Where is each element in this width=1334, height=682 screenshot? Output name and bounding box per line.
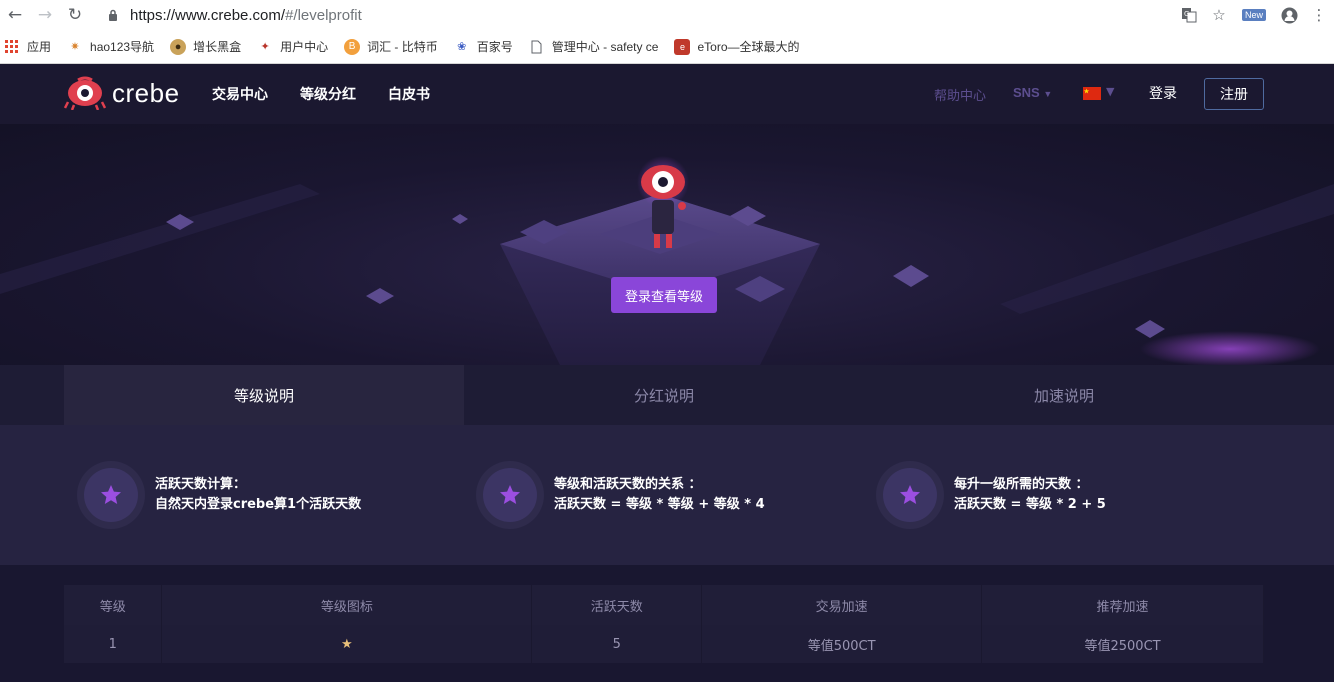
bookmark-baijiahao[interactable]: ❀ 百家号	[454, 38, 513, 55]
bookmark-label: hao123导航	[90, 40, 155, 54]
reload-icon[interactable]: ↻	[60, 0, 90, 30]
info-level-relation: 等级和活跃天数的关系 ： 活跃天数 = 等级 * 等级 + 等级 * 4	[476, 461, 765, 529]
sns-dropdown[interactable]: SNS ▼	[1013, 85, 1052, 100]
new-badge: New	[1241, 9, 1266, 21]
bookmark-label: 百家号	[476, 40, 513, 54]
table-header-row: 等级 等级图标 活跃天数 交易加速 推荐加速	[64, 585, 1264, 625]
tab-acceleration-description[interactable]: 加速说明	[864, 365, 1264, 425]
info-days-per-level: 每升一级所需的天数 ： 活跃天数 = 等级 * 2 + 5	[876, 461, 1106, 529]
column-header-referral-acceleration: 推荐加速	[981, 585, 1264, 625]
menu-dots-icon[interactable]: ⋮	[1304, 0, 1334, 30]
translate-icon[interactable]: G	[1174, 0, 1204, 30]
level-table: 等级 等级图标 活跃天数 交易加速 推荐加速 1 ★ 5 等值500CT 等值2…	[64, 585, 1264, 663]
hero-banner: 登录查看等级	[0, 124, 1334, 365]
cell-referral-acceleration: 等值2500CT	[981, 625, 1264, 663]
profile-icon[interactable]	[1274, 0, 1304, 30]
url-prefix: https://www.crebe.com/	[130, 6, 286, 24]
back-icon[interactable]: ←	[0, 0, 30, 30]
nav-whitepaper[interactable]: 白皮书	[388, 84, 430, 104]
cell-active-days: 5	[531, 625, 703, 663]
bookmark-blackbox[interactable]: ● 增长黑盒	[170, 38, 241, 55]
star-icon	[900, 485, 920, 504]
bookmark-label: 应用	[27, 40, 52, 54]
logo-text: crebe	[112, 77, 180, 108]
login-view-level-button[interactable]: 登录查看等级	[611, 277, 717, 313]
user-center-icon: ✦	[260, 41, 270, 53]
info-desc: 活跃天数 = 等级 * 2 + 5	[954, 497, 1106, 512]
cell-level-icon: ★	[161, 625, 533, 663]
star-icon	[101, 485, 121, 504]
info-band: 活跃天数计算： 自然天内登录crebe算1个活跃天数 等级和活跃天数的关系 ： …	[0, 425, 1334, 565]
language-chevron-icon[interactable]: ▼	[1106, 85, 1114, 98]
bookmark-bitcoin[interactable]: B 词汇 - 比特币	[344, 38, 438, 55]
bookmark-safety[interactable]: 管理中心 - safety ce	[529, 38, 659, 55]
apps-grid-icon	[4, 39, 20, 55]
column-header-trade-acceleration: 交易加速	[701, 585, 983, 625]
blackbox-icon: ●	[170, 38, 187, 55]
info-title: 每升一级所需的天数 ：	[954, 477, 1089, 492]
nav-trading-center[interactable]: 交易中心	[212, 84, 268, 104]
svg-text:G: G	[1184, 10, 1189, 18]
bookmark-label: 用户中心	[280, 40, 329, 54]
column-header-active-days: 活跃天数	[531, 585, 703, 625]
star-badge	[77, 461, 145, 529]
bookmark-star-icon[interactable]: ☆	[1204, 0, 1234, 30]
forward-icon[interactable]: →	[30, 0, 60, 30]
lock-icon	[106, 3, 120, 27]
page-icon	[529, 39, 545, 55]
info-title: 等级和活跃天数的关系 ：	[554, 477, 702, 492]
bookmark-label: 增长黑盒	[193, 40, 242, 54]
info-active-days: 活跃天数计算： 自然天内登录crebe算1个活跃天数	[77, 461, 361, 529]
chevron-down-icon: ▼	[1043, 89, 1053, 99]
url-text: https://www.crebe.com/#/levelprofit	[130, 7, 362, 24]
tab-bar: 等级说明 分红说明 加速说明	[0, 365, 1334, 425]
cell-level: 1	[64, 625, 163, 663]
info-title: 活跃天数计算：	[155, 477, 247, 492]
hao123-icon: ✷	[70, 41, 80, 53]
star-badge	[476, 461, 544, 529]
level-table-section: 等级 等级图标 活跃天数 交易加速 推荐加速 1 ★ 5 等值500CT 等值2…	[0, 565, 1334, 682]
star-icon	[500, 485, 520, 504]
extension-new-icon[interactable]: New	[1234, 0, 1274, 30]
bookmark-label: 管理中心 - safety ce	[551, 40, 659, 54]
bookmark-hao123[interactable]: ✷ hao123导航	[67, 38, 154, 55]
address-bar[interactable]: https://www.crebe.com/#/levelprofit	[98, 3, 1288, 27]
tab-dividend-description[interactable]: 分红说明	[464, 365, 864, 425]
hero-illustration	[0, 156, 1334, 365]
help-center-link[interactable]: 帮助中心	[934, 85, 986, 104]
bitcoin-icon: B	[344, 38, 361, 55]
crebe-mascot-icon	[64, 76, 106, 110]
register-button[interactable]: 注册	[1204, 78, 1264, 110]
bookmark-apps[interactable]: 应用	[4, 38, 51, 55]
level-star-icon: ★	[341, 636, 353, 652]
tab-level-description[interactable]: 等级说明	[64, 365, 464, 425]
info-desc: 自然天内登录crebe算1个活跃天数	[155, 497, 362, 512]
bookmarks-bar: 应用 ✷ hao123导航 ● 增长黑盒 ✦ 用户中心 B 词汇 - 比特币 ❀…	[0, 30, 1334, 64]
baidu-paw-icon: ❀	[457, 41, 467, 53]
etoro-icon: e	[674, 38, 691, 55]
sns-label: SNS	[1013, 85, 1040, 100]
bookmark-label: 词汇 - 比特币	[367, 40, 438, 54]
table-row: 1 ★ 5 等值500CT 等值2500CT	[64, 625, 1264, 663]
column-header-level-icon: 等级图标	[161, 585, 533, 625]
browser-toolbar: ← → ↻ https://www.crebe.com/#/levelprofi…	[0, 0, 1334, 30]
nav-level-dividend[interactable]: 等级分红	[300, 84, 356, 104]
cell-trade-acceleration: 等值500CT	[701, 625, 983, 663]
star-badge	[876, 461, 944, 529]
bookmark-user-center[interactable]: ✦ 用户中心	[257, 38, 328, 55]
site-header: crebe 交易中心 等级分红 白皮书 帮助中心 SNS ▼ ▼ 登录 注册	[0, 64, 1334, 124]
china-flag-icon[interactable]	[1083, 87, 1101, 100]
crebe-logo[interactable]: crebe	[64, 76, 180, 110]
login-link[interactable]: 登录	[1149, 83, 1177, 103]
url-suffix: #/levelprofit	[285, 6, 362, 24]
bookmark-etoro[interactable]: e eToro—全球最大的	[674, 38, 800, 55]
column-header-level: 等级	[64, 585, 163, 625]
info-desc: 活跃天数 = 等级 * 等级 + 等级 * 4	[554, 497, 765, 512]
bookmark-label: eToro—全球最大的	[697, 40, 800, 54]
